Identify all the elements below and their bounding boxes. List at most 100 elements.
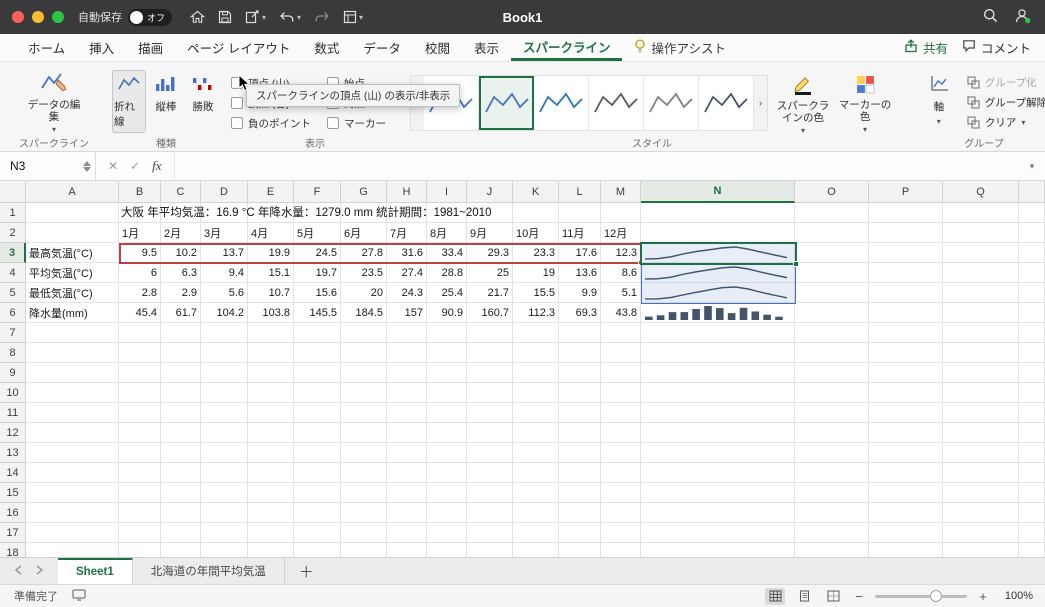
- cell-B15[interactable]: [119, 483, 161, 503]
- cell-N2[interactable]: [641, 223, 795, 243]
- cell-Q16[interactable]: [943, 503, 1019, 523]
- cell-G16[interactable]: [341, 503, 387, 523]
- cell-A14[interactable]: [26, 463, 119, 483]
- cell-K9[interactable]: [513, 363, 559, 383]
- cell-E15[interactable]: [248, 483, 294, 503]
- cell-Q3[interactable]: [943, 243, 1019, 263]
- cell-M4[interactable]: 8.6: [601, 263, 641, 283]
- select-all-corner[interactable]: [0, 181, 26, 203]
- cell-B18[interactable]: [119, 543, 161, 557]
- cell-L12[interactable]: [559, 423, 601, 443]
- cell-O11[interactable]: [795, 403, 869, 423]
- cell-C2[interactable]: 2月: [161, 223, 201, 243]
- cell-I12[interactable]: [427, 423, 467, 443]
- cell-K5[interactable]: 15.5: [513, 283, 559, 303]
- column-header-M[interactable]: M: [601, 181, 641, 203]
- cell-H2[interactable]: 7月: [387, 223, 427, 243]
- row-header-15[interactable]: 15: [0, 483, 26, 503]
- cell-H17[interactable]: [387, 523, 427, 543]
- checkbox-マーカー[interactable]: マーカー: [327, 114, 399, 132]
- cell-D11[interactable]: [201, 403, 248, 423]
- cell-D16[interactable]: [201, 503, 248, 523]
- cell-L7[interactable]: [559, 323, 601, 343]
- account-icon[interactable]: [1014, 8, 1031, 27]
- cell-E7[interactable]: [248, 323, 294, 343]
- cell-X17[interactable]: [1019, 523, 1045, 543]
- cell-F11[interactable]: [294, 403, 341, 423]
- cell-N13[interactable]: [641, 443, 795, 463]
- sheet-tab-Sheet1[interactable]: Sheet1: [58, 558, 133, 584]
- cell-O6[interactable]: [795, 303, 869, 323]
- cell-I6[interactable]: 90.9: [427, 303, 467, 323]
- tab-ページ レイアウト[interactable]: ページ レイアウト: [175, 34, 302, 61]
- cell-I15[interactable]: [427, 483, 467, 503]
- cell-H13[interactable]: [387, 443, 427, 463]
- cell-N10[interactable]: [641, 383, 795, 403]
- column-header-G[interactable]: G: [341, 181, 387, 203]
- cell-M2[interactable]: 12月: [601, 223, 641, 243]
- cell-J17[interactable]: [467, 523, 513, 543]
- cell-K6[interactable]: 112.3: [513, 303, 559, 323]
- row-header-17[interactable]: 17: [0, 523, 26, 543]
- cell-P3[interactable]: [869, 243, 943, 263]
- cell-L10[interactable]: [559, 383, 601, 403]
- cell-I2[interactable]: 8月: [427, 223, 467, 243]
- cell-I18[interactable]: [427, 543, 467, 557]
- cell-P14[interactable]: [869, 463, 943, 483]
- cell-J7[interactable]: [467, 323, 513, 343]
- cell-H10[interactable]: [387, 383, 427, 403]
- cell-M10[interactable]: [601, 383, 641, 403]
- cell-L8[interactable]: [559, 343, 601, 363]
- cell-D13[interactable]: [201, 443, 248, 463]
- cell-G17[interactable]: [341, 523, 387, 543]
- cell-A5[interactable]: 最低気温(°C): [26, 283, 119, 303]
- cell-G7[interactable]: [341, 323, 387, 343]
- cell-H16[interactable]: [387, 503, 427, 523]
- cell-P13[interactable]: [869, 443, 943, 463]
- type-button-折れ線[interactable]: 折れ線: [112, 70, 146, 133]
- cell-K10[interactable]: [513, 383, 559, 403]
- cell-M12[interactable]: [601, 423, 641, 443]
- cell-E2[interactable]: 4月: [248, 223, 294, 243]
- cell-M13[interactable]: [601, 443, 641, 463]
- cell-A15[interactable]: [26, 483, 119, 503]
- cell-J2[interactable]: 9月: [467, 223, 513, 243]
- cell-E4[interactable]: 15.1: [248, 263, 294, 283]
- cell-L3[interactable]: 17.6: [559, 243, 601, 263]
- cell-K7[interactable]: [513, 323, 559, 343]
- cell-H18[interactable]: [387, 543, 427, 557]
- cell-C1[interactable]: [161, 203, 201, 223]
- cell-E9[interactable]: [248, 363, 294, 383]
- row-header-9[interactable]: 9: [0, 363, 26, 383]
- zoom-slider[interactable]: [875, 589, 967, 603]
- row-header-8[interactable]: 8: [0, 343, 26, 363]
- cell-C5[interactable]: 2.9: [161, 283, 201, 303]
- cell-J11[interactable]: [467, 403, 513, 423]
- cell-E13[interactable]: [248, 443, 294, 463]
- cell-G18[interactable]: [341, 543, 387, 557]
- cell-L6[interactable]: 69.3: [559, 303, 601, 323]
- slider-thumb[interactable]: [930, 590, 943, 602]
- cell-E17[interactable]: [248, 523, 294, 543]
- cell-P6[interactable]: [869, 303, 943, 323]
- cell-I7[interactable]: [427, 323, 467, 343]
- share-button[interactable]: 共有: [904, 38, 948, 57]
- cell-C13[interactable]: [161, 443, 201, 463]
- cell-F13[interactable]: [294, 443, 341, 463]
- cell-E10[interactable]: [248, 383, 294, 403]
- cell-A16[interactable]: [26, 503, 119, 523]
- checkbox-box[interactable]: [231, 117, 243, 129]
- normal-view-button[interactable]: [765, 587, 785, 605]
- cell-X6[interactable]: [1019, 303, 1045, 323]
- cell-I13[interactable]: [427, 443, 467, 463]
- prev-sheet-icon[interactable]: [14, 564, 22, 578]
- command-グループ解除[interactable]: グループ解除: [967, 95, 1045, 110]
- row-header-12[interactable]: 12: [0, 423, 26, 443]
- cell-M5[interactable]: 5.1: [601, 283, 641, 303]
- cell-I10[interactable]: [427, 383, 467, 403]
- cell-P15[interactable]: [869, 483, 943, 503]
- command-クリア[interactable]: クリア ▾: [967, 115, 1045, 130]
- cell-X10[interactable]: [1019, 383, 1045, 403]
- home-icon[interactable]: [190, 10, 205, 24]
- cell-J1[interactable]: [467, 203, 513, 223]
